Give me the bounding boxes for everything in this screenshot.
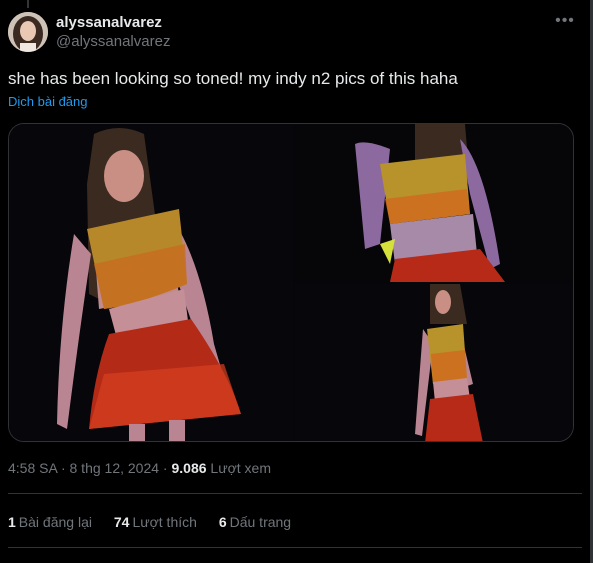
media-photo-3[interactable] [295,284,573,441]
tweet-header: alyssanalvarez @alyssanalvarez ••• [8,12,583,56]
engagement-stats: 1 Bài đăng lại 74 Lượt thích 6 Dấu trang [8,514,309,530]
user-handle[interactable]: @alyssanalvarez [56,32,170,52]
tweet-page: alyssanalvarez @alyssanalvarez ••• she h… [0,0,593,563]
media-photo-2[interactable] [295,124,573,282]
likes-count: 74 [113,514,130,530]
tweet-date[interactable]: 8 thg 12, 2024 [70,460,160,476]
tweet-text: she has been looking so toned! my indy n… [8,69,458,88]
bookmarks-label: Dấu trang [229,514,292,530]
user-names: alyssanalvarez @alyssanalvarez [56,14,170,52]
reposts-stat[interactable]: 1 Bài đăng lại [8,514,92,530]
meta-separator: · [60,460,66,476]
media-grid [8,123,574,442]
reposts-label: Bài đăng lại [18,514,92,530]
likes-label: Lượt thích [132,514,197,530]
more-horizontal-icon[interactable]: ••• [555,13,575,34]
likes-stat[interactable]: 74 Lượt thích [114,514,197,530]
reposts-count: 1 [8,514,16,530]
thread-connector-line [27,0,29,8]
avatar[interactable] [8,12,48,52]
tweet-meta: 4:58 SA · 8 thg 12, 2024 · 9.086 Lượt xe… [8,460,271,476]
divider [8,493,582,494]
tweet-time[interactable]: 4:58 SA [8,460,57,476]
views-label: Lượt xem [210,460,271,476]
media-photo-1[interactable] [9,124,293,441]
divider [8,547,582,548]
bookmarks-count: 6 [218,514,227,530]
meta-separator: · [162,460,168,476]
display-name[interactable]: alyssanalvarez [56,14,170,32]
translate-post-link[interactable]: Dịch bài đăng [8,94,88,109]
views-count: 9.086 [171,460,207,476]
bookmarks-stat[interactable]: 6 Dấu trang [219,514,291,530]
